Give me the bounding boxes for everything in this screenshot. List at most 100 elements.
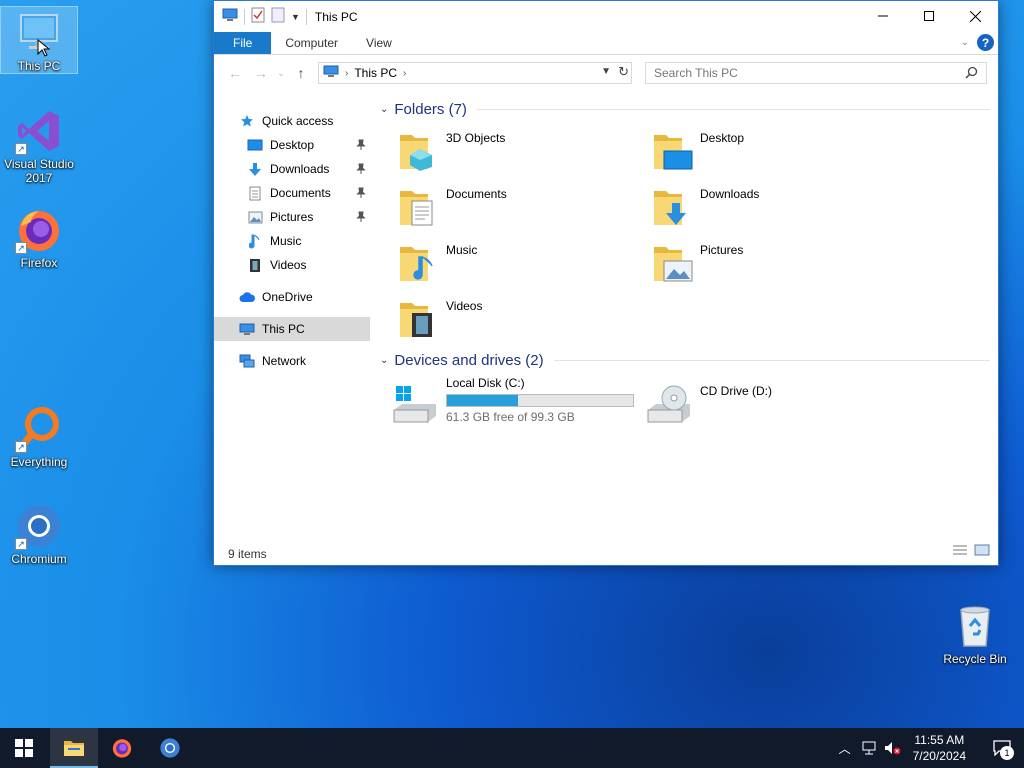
- nav-label: Quick access: [262, 114, 334, 128]
- folder-3d-objects[interactable]: 3D Objects: [396, 121, 650, 177]
- desktop-folder-icon: [652, 129, 694, 171]
- nav-label: This PC: [262, 322, 305, 336]
- pin-icon[interactable]: [356, 163, 366, 177]
- toolbar-separator: [305, 8, 307, 25]
- cloud-icon: [238, 289, 256, 305]
- address-dropdown-icon[interactable]: ▼: [601, 66, 611, 77]
- tab-computer[interactable]: Computer: [271, 32, 352, 54]
- desktop-icon-chromium[interactable]: ↗ Chromium: [1, 500, 77, 566]
- nav-pictures[interactable]: Pictures: [214, 205, 370, 229]
- close-button[interactable]: [952, 1, 998, 31]
- folder-downloads[interactable]: Downloads: [650, 177, 904, 233]
- tab-file[interactable]: File: [214, 32, 272, 54]
- folder-pictures[interactable]: Pictures: [650, 233, 904, 289]
- system-tray: ︿ 11:55 AM 7/20/2024 1: [833, 728, 1024, 768]
- refresh-icon[interactable]: ↻: [618, 64, 629, 80]
- nav-label: OneDrive: [262, 290, 313, 304]
- drives-list: Local Disk (C:) 61.3 GB free of 99.3 GB …: [392, 376, 994, 432]
- breadcrumb-chevron-icon[interactable]: ›: [403, 68, 406, 79]
- shortcut-arrow-icon: ↗: [15, 538, 27, 550]
- nav-desktop[interactable]: Desktop: [214, 133, 370, 157]
- desktop-icon-label: This PC: [17, 59, 61, 73]
- desktop-icon-visual-studio[interactable]: ↗ Visual Studio 2017: [1, 105, 77, 185]
- up-button[interactable]: ↑: [288, 65, 314, 81]
- nav-quick-access[interactable]: Quick access: [214, 109, 370, 133]
- picture-icon: [246, 209, 264, 225]
- folder-label: Pictures: [700, 243, 744, 257]
- large-icons-view-icon[interactable]: [974, 544, 990, 559]
- nav-label: Music: [270, 234, 302, 248]
- drive-usage-bar: [446, 394, 634, 407]
- nav-downloads[interactable]: Downloads: [214, 157, 370, 181]
- computer-icon: [323, 65, 339, 81]
- nav-music[interactable]: Music: [214, 229, 370, 253]
- 3d-objects-folder-icon: [398, 129, 440, 171]
- desktop-icon-this-pc[interactable]: This PC: [0, 6, 78, 74]
- drive-label: Local Disk (C:): [446, 376, 525, 390]
- forward-button[interactable]: →: [248, 65, 274, 81]
- desktop-icon-recycle-bin[interactable]: Recycle Bin: [937, 600, 1013, 666]
- title-bar[interactable]: ▼ This PC: [214, 1, 998, 32]
- desktop-icon-everything[interactable]: ↗ Everything: [1, 403, 77, 469]
- nav-onedrive[interactable]: OneDrive: [214, 285, 370, 309]
- notification-count-badge: 1: [1000, 746, 1014, 760]
- network-status-icon[interactable]: [857, 741, 881, 755]
- pin-icon[interactable]: [356, 139, 366, 153]
- nav-videos[interactable]: Videos: [214, 253, 370, 277]
- folder-desktop[interactable]: Desktop: [650, 121, 904, 177]
- taskbar-chromium[interactable]: [146, 728, 194, 768]
- pin-icon[interactable]: [356, 211, 366, 225]
- maximize-button[interactable]: [906, 1, 952, 31]
- computer-icon: [238, 321, 256, 337]
- properties-icon[interactable]: [251, 7, 265, 26]
- shortcut-arrow-icon: ↗: [15, 143, 27, 155]
- taskbar-firefox[interactable]: [98, 728, 146, 768]
- documents-folder-icon: [398, 185, 440, 227]
- recycle-bin-icon: [951, 602, 999, 650]
- help-icon[interactable]: ?: [977, 34, 994, 51]
- download-arrow-icon: [246, 161, 264, 177]
- view-toggle-buttons: [952, 544, 990, 559]
- volume-muted-icon[interactable]: [881, 741, 905, 755]
- address-bar[interactable]: › This PC › ▼ ↻: [318, 62, 632, 84]
- collapse-chevron-icon[interactable]: ⌄: [380, 104, 388, 115]
- folder-videos[interactable]: Videos: [396, 289, 650, 345]
- show-hidden-icons-chevron-icon[interactable]: ︿: [833, 740, 857, 757]
- chromium-icon: ↗: [15, 502, 63, 550]
- folder-documents[interactable]: Documents: [396, 177, 650, 233]
- nav-network[interactable]: Network: [214, 349, 370, 373]
- drive-cd-d[interactable]: CD Drive (D:): [646, 376, 900, 432]
- taskbar-file-explorer[interactable]: [50, 728, 98, 768]
- drive-local-disk-c[interactable]: Local Disk (C:) 61.3 GB free of 99.3 GB: [392, 376, 646, 432]
- ribbon-tabs: File Computer View ⌄ ?: [214, 32, 998, 55]
- recent-locations-button[interactable]: ⌄: [274, 68, 288, 79]
- system-clock[interactable]: 11:55 AM 7/20/2024: [913, 732, 966, 764]
- desktop-icon-firefox[interactable]: ↗ Firefox: [1, 204, 77, 270]
- start-button[interactable]: [0, 728, 48, 768]
- new-folder-icon[interactable]: [271, 7, 285, 26]
- desktop-icon-label: Chromium: [11, 552, 67, 566]
- customize-dropdown-icon[interactable]: ▼: [291, 12, 300, 22]
- search-input[interactable]: Search This PC: [645, 62, 987, 84]
- breadcrumb-chevron-icon[interactable]: ›: [345, 68, 348, 79]
- search-icon[interactable]: [965, 66, 978, 82]
- action-center-button[interactable]: 1: [980, 728, 1024, 768]
- collapse-chevron-icon[interactable]: ⌄: [380, 355, 388, 366]
- folder-music[interactable]: Music: [396, 233, 650, 289]
- folders-group-header[interactable]: ⌄ Folders (7): [374, 97, 994, 121]
- breadcrumb-this-pc[interactable]: This PC: [354, 66, 397, 80]
- nav-documents[interactable]: Documents: [214, 181, 370, 205]
- folder-label: Videos: [446, 299, 483, 313]
- quick-access-toolbar: ▼: [214, 7, 307, 26]
- pictures-folder-icon: [652, 241, 694, 283]
- expand-ribbon-icon[interactable]: ⌄: [961, 37, 969, 48]
- drives-group-header[interactable]: ⌄ Devices and drives (2): [374, 348, 994, 372]
- minimize-button[interactable]: [860, 1, 906, 31]
- back-button[interactable]: ←: [222, 65, 248, 81]
- folder-label: Documents: [446, 187, 507, 201]
- pin-icon[interactable]: [356, 187, 366, 201]
- tab-view[interactable]: View: [352, 32, 406, 54]
- details-view-icon[interactable]: [952, 544, 968, 559]
- clock-date: 7/20/2024: [912, 749, 966, 763]
- nav-this-pc[interactable]: This PC: [214, 317, 370, 341]
